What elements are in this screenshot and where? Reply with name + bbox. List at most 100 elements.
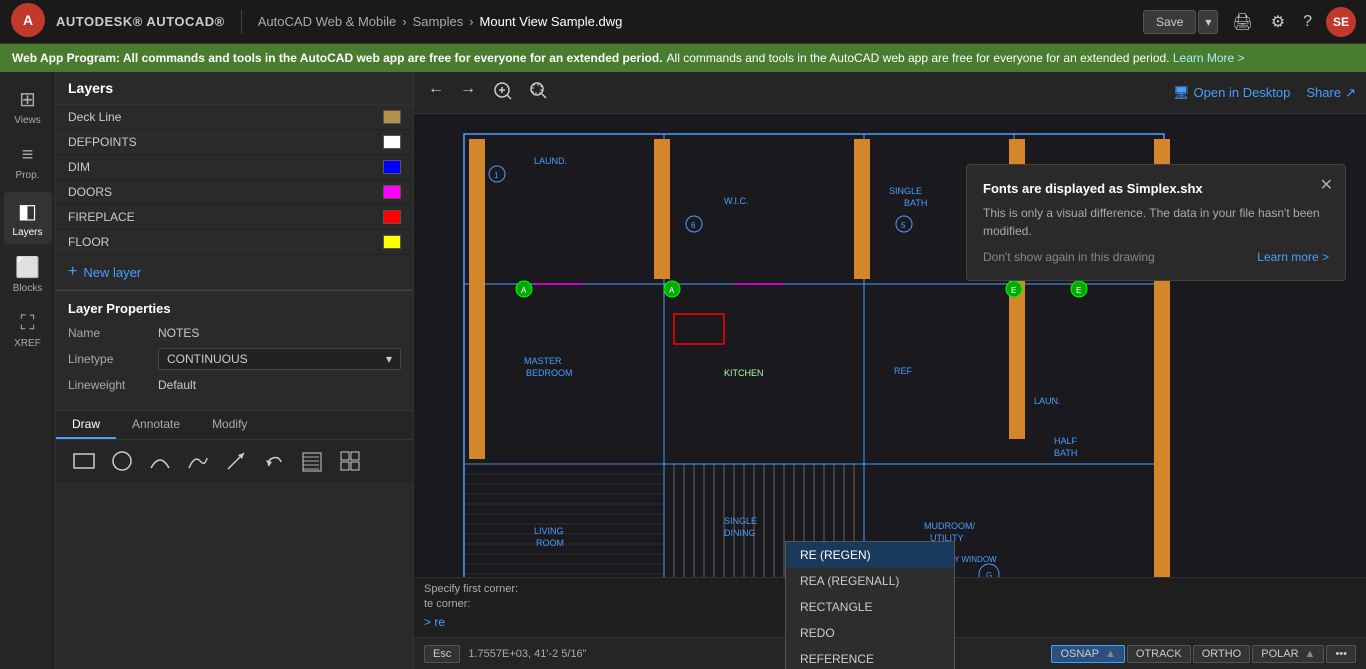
svg-text:HALF: HALF — [1054, 436, 1078, 446]
notification-close-button[interactable]: ✕ — [1320, 175, 1333, 195]
autocomplete-dropdown: RE (REGEN) REA (REGENALL) RECTANGLE REDO… — [785, 541, 955, 669]
cmd-prompt: > re — [424, 615, 445, 629]
new-layer-label: New layer — [83, 265, 141, 280]
tool-block[interactable] — [334, 447, 366, 475]
svg-text:LAUND.: LAUND. — [534, 156, 567, 166]
learn-more-link[interactable]: Learn more > — [1257, 250, 1329, 264]
svg-text:E: E — [1076, 286, 1081, 295]
svg-text:MASTER: MASTER — [524, 356, 562, 366]
prop-value-lineweight: Default — [158, 378, 401, 392]
layer-item-dim[interactable]: DIM — [56, 155, 413, 180]
layer-color-dim — [383, 160, 401, 174]
svg-text:E: E — [1011, 286, 1016, 295]
svg-text:BATH: BATH — [1054, 448, 1077, 458]
linetype-dropdown[interactable]: CONTINUOUS ▾ — [158, 348, 401, 370]
svg-text:A: A — [669, 286, 675, 295]
views-icon: ⊞ — [19, 87, 36, 112]
svg-text:KITCHEN: KITCHEN — [724, 368, 764, 378]
prop-label-lineweight: Lineweight — [68, 378, 158, 392]
content-toolbar: ← → — [414, 72, 1366, 114]
osnap-label: OSNAP — [1060, 648, 1099, 660]
tool-hatch[interactable] — [296, 448, 328, 476]
linetype-caret-icon: ▾ — [386, 352, 392, 366]
layer-item-deckline[interactable]: Deck Line — [56, 105, 413, 130]
ortho-label: ORTHO — [1202, 648, 1242, 660]
tool-circle[interactable] — [106, 447, 138, 475]
tab-annotate[interactable]: Annotate — [116, 411, 196, 439]
help-button[interactable]: ? — [1299, 9, 1316, 35]
blocks-icon: ⬜ — [15, 255, 40, 280]
share-label: Share — [1306, 85, 1341, 100]
settings-button[interactable]: ⚙ — [1267, 8, 1289, 36]
ac-item-regen[interactable]: RE (REGEN) — [786, 542, 954, 568]
tab-modify[interactable]: Modify — [196, 411, 263, 439]
svg-text:MUDROOM/: MUDROOM/ — [924, 521, 975, 531]
polar-button[interactable]: POLAR ▲ — [1252, 645, 1324, 663]
breadcrumb: AutoCAD Web & Mobile › Samples › Mount V… — [258, 14, 623, 29]
osnap-button[interactable]: OSNAP ▲ — [1051, 645, 1124, 663]
new-layer-button[interactable]: + New layer — [56, 255, 413, 290]
layer-item-fireplace[interactable]: FIREPLACE — [56, 205, 413, 230]
tool-arc[interactable] — [144, 447, 176, 475]
prop-label-name: Name — [68, 326, 158, 340]
user-avatar[interactable]: SE — [1326, 7, 1356, 37]
ac-item-regenall[interactable]: REA (REGENALL) — [786, 568, 954, 594]
print-button[interactable]: 🖨 — [1228, 8, 1256, 36]
undo-button[interactable]: ← — [424, 78, 448, 107]
open-desktop-label: Open in Desktop — [1194, 85, 1291, 100]
tool-polyline[interactable] — [182, 447, 214, 475]
esc-button[interactable]: Esc — [424, 645, 460, 663]
prop-label: Prop. — [16, 170, 40, 181]
monitor-icon: 🖥 — [1173, 85, 1190, 101]
ac-item-redo[interactable]: REDO — [786, 620, 954, 646]
sidebar-item-views[interactable]: ⊞ Views — [4, 80, 52, 132]
tool-undo-curve[interactable] — [258, 447, 290, 475]
zoom-window-button[interactable] — [524, 78, 552, 107]
zoom-fit-button[interactable] — [488, 78, 516, 107]
tab-draw[interactable]: Draw — [56, 411, 116, 439]
promo-link[interactable]: Learn More > — [1173, 51, 1245, 65]
layer-item-floor[interactable]: FLOOR — [56, 230, 413, 255]
svg-text:6: 6 — [691, 221, 696, 230]
sidebar-item-prop[interactable]: ≡ Prop. — [4, 136, 52, 188]
otrack-button[interactable]: OTRACK — [1127, 645, 1191, 663]
tool-tabs: Draw Annotate Modify — [56, 411, 413, 440]
prop-row-name: Name NOTES — [68, 326, 401, 340]
ac-item-rectangle[interactable]: RECTANGLE — [786, 594, 954, 620]
svg-text:A: A — [23, 12, 33, 28]
redo-button[interactable]: → — [456, 78, 480, 107]
ortho-button[interactable]: ORTHO — [1193, 645, 1251, 663]
prop-value-name: NOTES — [158, 326, 401, 340]
tool-rectangle[interactable] — [68, 447, 100, 475]
share-button[interactable]: Share ↗ — [1306, 85, 1356, 101]
views-label: Views — [14, 115, 41, 126]
save-dropdown-button[interactable]: ▾ — [1198, 10, 1218, 34]
open-desktop-button[interactable]: 🖥 Open in Desktop — [1173, 85, 1290, 101]
main-layout: ⊞ Views ≡ Prop. ◧ Layers ⬜ Blocks ⛶ XREF… — [0, 72, 1366, 669]
svg-text:SINGLE: SINGLE — [724, 516, 757, 526]
sidebar-item-layers[interactable]: ◧ Layers — [4, 192, 52, 244]
svg-text:BEDROOM: BEDROOM — [526, 368, 573, 378]
layer-item-defpoints[interactable]: DEFPOINTS — [56, 130, 413, 155]
tool-line[interactable] — [220, 447, 252, 475]
sidebar-item-xref[interactable]: ⛶ XREF — [4, 304, 52, 356]
top-bar: A AUTODESK® AUTOCAD® AutoCAD Web & Mobil… — [0, 0, 1366, 44]
prop-row-linetype: Linetype CONTINUOUS ▾ — [68, 348, 401, 370]
ac-item-reference[interactable]: REFERENCE — [786, 646, 954, 669]
layer-color-deckline — [383, 110, 401, 124]
drawing-canvas[interactable]: LAUND. W.I.C. SINGLE BATH MSTR BATH MAST… — [414, 114, 1366, 669]
svg-text:A: A — [521, 286, 527, 295]
polar-caret-icon: ▲ — [1305, 648, 1316, 660]
layer-color-defpoints — [383, 135, 401, 149]
sidebar-item-blocks[interactable]: ⬜ Blocks — [4, 248, 52, 300]
cmd-label-corner2: te corner: — [424, 598, 470, 610]
svg-text:DINING: DINING — [724, 528, 756, 538]
layer-item-doors[interactable]: DOORS — [56, 180, 413, 205]
promo-bar: Web App Program: All commands and tools … — [0, 44, 1366, 72]
dont-show-link[interactable]: Don't show again in this drawing — [983, 250, 1155, 264]
svg-text:5: 5 — [901, 221, 906, 230]
save-button[interactable]: Save — [1143, 10, 1196, 34]
bottom-tool-area: Draw Annotate Modify — [56, 410, 413, 482]
xref-icon: ⛶ — [21, 312, 35, 335]
more-button[interactable]: ••• — [1326, 645, 1356, 663]
